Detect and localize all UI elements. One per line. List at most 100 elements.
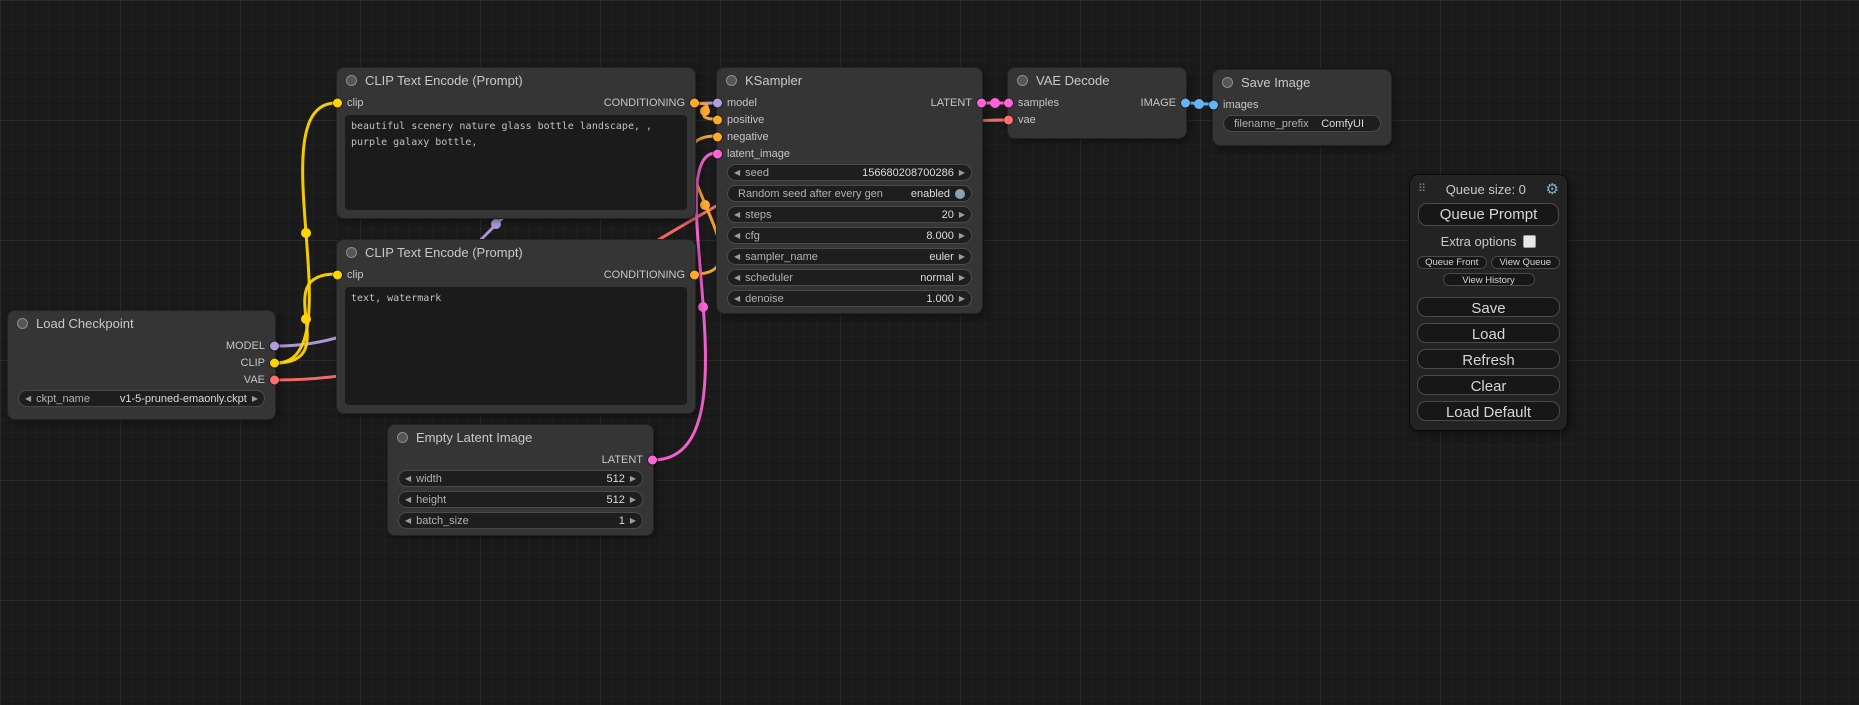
- node-ksampler[interactable]: KSampler model LATENT positive negative …: [717, 68, 982, 313]
- increment-arrow-icon[interactable]: ▶: [252, 395, 258, 403]
- decrement-arrow-icon[interactable]: ◀: [405, 475, 411, 483]
- input-port-vae[interactable]: [1004, 115, 1013, 124]
- collapse-dot-icon[interactable]: [397, 432, 408, 443]
- output-port-clip[interactable]: [270, 358, 279, 367]
- output-port-conditioning[interactable]: [690, 98, 699, 107]
- link-midpoint-dot[interactable]: [700, 106, 710, 116]
- slot-row: LATENT: [388, 451, 653, 468]
- increment-arrow-icon[interactable]: ▶: [630, 496, 636, 504]
- node-title-bar[interactable]: Empty Latent Image: [388, 425, 653, 449]
- increment-arrow-icon[interactable]: ▶: [630, 517, 636, 525]
- input-port-negative[interactable]: [713, 132, 722, 141]
- link-midpoint-dot[interactable]: [301, 228, 311, 238]
- node-title-bar[interactable]: CLIP Text Encode (Prompt): [337, 68, 695, 92]
- node-title-bar[interactable]: VAE Decode: [1008, 68, 1186, 92]
- increment-arrow-icon[interactable]: ▶: [630, 475, 636, 483]
- slot-row: CLIP: [8, 354, 275, 371]
- prompt-text-input[interactable]: beautiful scenery nature glass bottle la…: [345, 115, 687, 210]
- input-port-positive[interactable]: [713, 115, 722, 124]
- queue-front-button[interactable]: Queue Front: [1417, 256, 1487, 269]
- widget-steps[interactable]: ◀ steps 20 ▶: [727, 206, 972, 223]
- decrement-arrow-icon[interactable]: ◀: [25, 395, 31, 403]
- collapse-dot-icon[interactable]: [1222, 77, 1233, 88]
- node-title-bar[interactable]: Load Checkpoint: [8, 311, 275, 335]
- widget-batch-size[interactable]: ◀ batch_size 1 ▶: [398, 512, 643, 529]
- widget-ckpt-name[interactable]: ◀ ckpt_name v1-5-pruned-emaonly.ckpt ▶: [18, 390, 265, 407]
- node-title-bar[interactable]: CLIP Text Encode (Prompt): [337, 240, 695, 264]
- collapse-dot-icon[interactable]: [1017, 75, 1028, 86]
- extra-options-checkbox[interactable]: [1523, 235, 1536, 248]
- decrement-arrow-icon[interactable]: ◀: [734, 169, 740, 177]
- link-midpoint-dot[interactable]: [1194, 99, 1204, 109]
- input-port-model[interactable]: [713, 98, 722, 107]
- node-vae-decode[interactable]: VAE Decode samples IMAGE vae: [1008, 68, 1186, 138]
- increment-arrow-icon[interactable]: ▶: [959, 274, 965, 282]
- input-port-clip[interactable]: [333, 98, 342, 107]
- input-port-latent-image[interactable]: [713, 149, 722, 158]
- prompt-text-input[interactable]: text, watermark: [345, 287, 687, 405]
- refresh-button[interactable]: Refresh: [1417, 349, 1560, 369]
- node-title-bar[interactable]: KSampler: [717, 68, 982, 92]
- increment-arrow-icon[interactable]: ▶: [959, 295, 965, 303]
- widget-height[interactable]: ◀ height 512 ▶: [398, 491, 643, 508]
- decrement-arrow-icon[interactable]: ◀: [734, 274, 740, 282]
- load-default-button[interactable]: Load Default: [1417, 401, 1560, 421]
- widget-value: enabled: [911, 188, 950, 200]
- view-queue-button[interactable]: View Queue: [1491, 256, 1561, 269]
- widget-width[interactable]: ◀ width 512 ▶: [398, 470, 643, 487]
- input-port-samples[interactable]: [1004, 98, 1013, 107]
- load-button[interactable]: Load: [1417, 323, 1560, 343]
- decrement-arrow-icon[interactable]: ◀: [734, 211, 740, 219]
- toggle-knob-icon[interactable]: [955, 189, 965, 199]
- output-port-latent[interactable]: [648, 455, 657, 464]
- collapse-dot-icon[interactable]: [17, 318, 28, 329]
- decrement-arrow-icon[interactable]: ◀: [405, 517, 411, 525]
- link-midpoint-dot[interactable]: [491, 219, 501, 229]
- output-port-image[interactable]: [1181, 98, 1190, 107]
- output-label-conditioning: CONDITIONING: [604, 97, 685, 109]
- link-midpoint-dot[interactable]: [301, 314, 311, 324]
- link-midpoint-dot[interactable]: [700, 200, 710, 210]
- output-port-conditioning[interactable]: [690, 270, 699, 279]
- graph-canvas[interactable]: Load Checkpoint MODEL CLIP VAE ◀ ckpt_na…: [0, 0, 1859, 705]
- widget-scheduler[interactable]: ◀ scheduler normal ▶: [727, 269, 972, 286]
- link-midpoint-dot[interactable]: [990, 98, 1000, 108]
- node-empty-latent-image[interactable]: Empty Latent Image LATENT ◀ width 512 ▶ …: [388, 425, 653, 535]
- input-port-images[interactable]: [1209, 100, 1218, 109]
- widget-random-seed-toggle[interactable]: Random seed after every gen enabled: [727, 185, 972, 202]
- increment-arrow-icon[interactable]: ▶: [959, 169, 965, 177]
- output-port-model[interactable]: [270, 341, 279, 350]
- node-load-checkpoint[interactable]: Load Checkpoint MODEL CLIP VAE ◀ ckpt_na…: [8, 311, 275, 419]
- widget-denoise[interactable]: ◀ denoise 1.000 ▶: [727, 290, 972, 307]
- queue-prompt-button[interactable]: Queue Prompt: [1418, 203, 1559, 226]
- collapse-dot-icon[interactable]: [346, 247, 357, 258]
- node-title-bar[interactable]: Save Image: [1213, 70, 1391, 94]
- settings-gear-icon[interactable]: ⚙: [1546, 182, 1559, 197]
- widget-filename-prefix[interactable]: filename_prefix ComfyUI: [1223, 115, 1381, 132]
- increment-arrow-icon[interactable]: ▶: [959, 253, 965, 261]
- queue-small-buttons-row: Queue Front View Queue: [1417, 256, 1560, 269]
- widget-sampler-name[interactable]: ◀ sampler_name euler ▶: [727, 248, 972, 265]
- view-history-button[interactable]: View History: [1443, 273, 1535, 286]
- collapse-dot-icon[interactable]: [346, 75, 357, 86]
- node-clip-text-encode-negative[interactable]: CLIP Text Encode (Prompt) clip CONDITION…: [337, 240, 695, 413]
- drag-handle-icon[interactable]: ⠿: [1418, 184, 1426, 195]
- widget-cfg[interactable]: ◀ cfg 8.000 ▶: [727, 227, 972, 244]
- node-title: KSampler: [745, 73, 802, 88]
- output-port-vae[interactable]: [270, 375, 279, 384]
- clear-button[interactable]: Clear: [1417, 375, 1560, 395]
- save-button[interactable]: Save: [1417, 297, 1560, 317]
- output-port-latent[interactable]: [977, 98, 986, 107]
- input-port-clip[interactable]: [333, 270, 342, 279]
- node-clip-text-encode-positive[interactable]: CLIP Text Encode (Prompt) clip CONDITION…: [337, 68, 695, 218]
- decrement-arrow-icon[interactable]: ◀: [405, 496, 411, 504]
- link-midpoint-dot[interactable]: [698, 302, 708, 312]
- increment-arrow-icon[interactable]: ▶: [959, 211, 965, 219]
- increment-arrow-icon[interactable]: ▶: [959, 232, 965, 240]
- collapse-dot-icon[interactable]: [726, 75, 737, 86]
- decrement-arrow-icon[interactable]: ◀: [734, 253, 740, 261]
- node-save-image[interactable]: Save Image images filename_prefix ComfyU…: [1213, 70, 1391, 145]
- widget-seed[interactable]: ◀ seed 156680208700286 ▶: [727, 164, 972, 181]
- decrement-arrow-icon[interactable]: ◀: [734, 232, 740, 240]
- decrement-arrow-icon[interactable]: ◀: [734, 295, 740, 303]
